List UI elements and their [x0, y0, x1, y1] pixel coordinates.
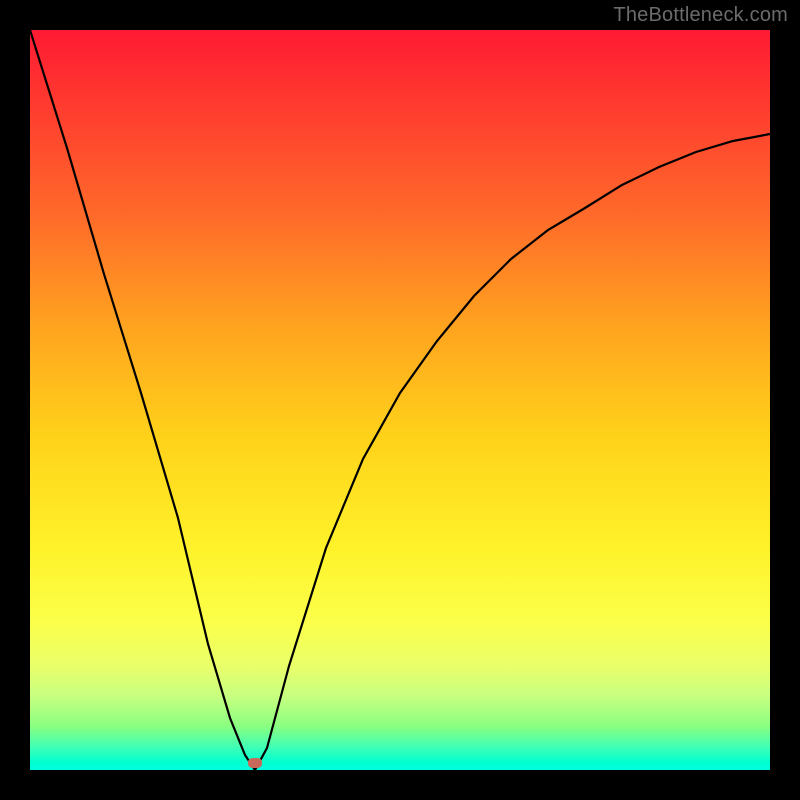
plot-area	[30, 30, 770, 770]
bottleneck-curve	[30, 30, 770, 770]
watermark-text: TheBottleneck.com	[613, 4, 788, 27]
curve-svg	[30, 30, 770, 770]
chart-frame: TheBottleneck.com	[0, 0, 800, 800]
optimal-marker	[248, 758, 262, 768]
